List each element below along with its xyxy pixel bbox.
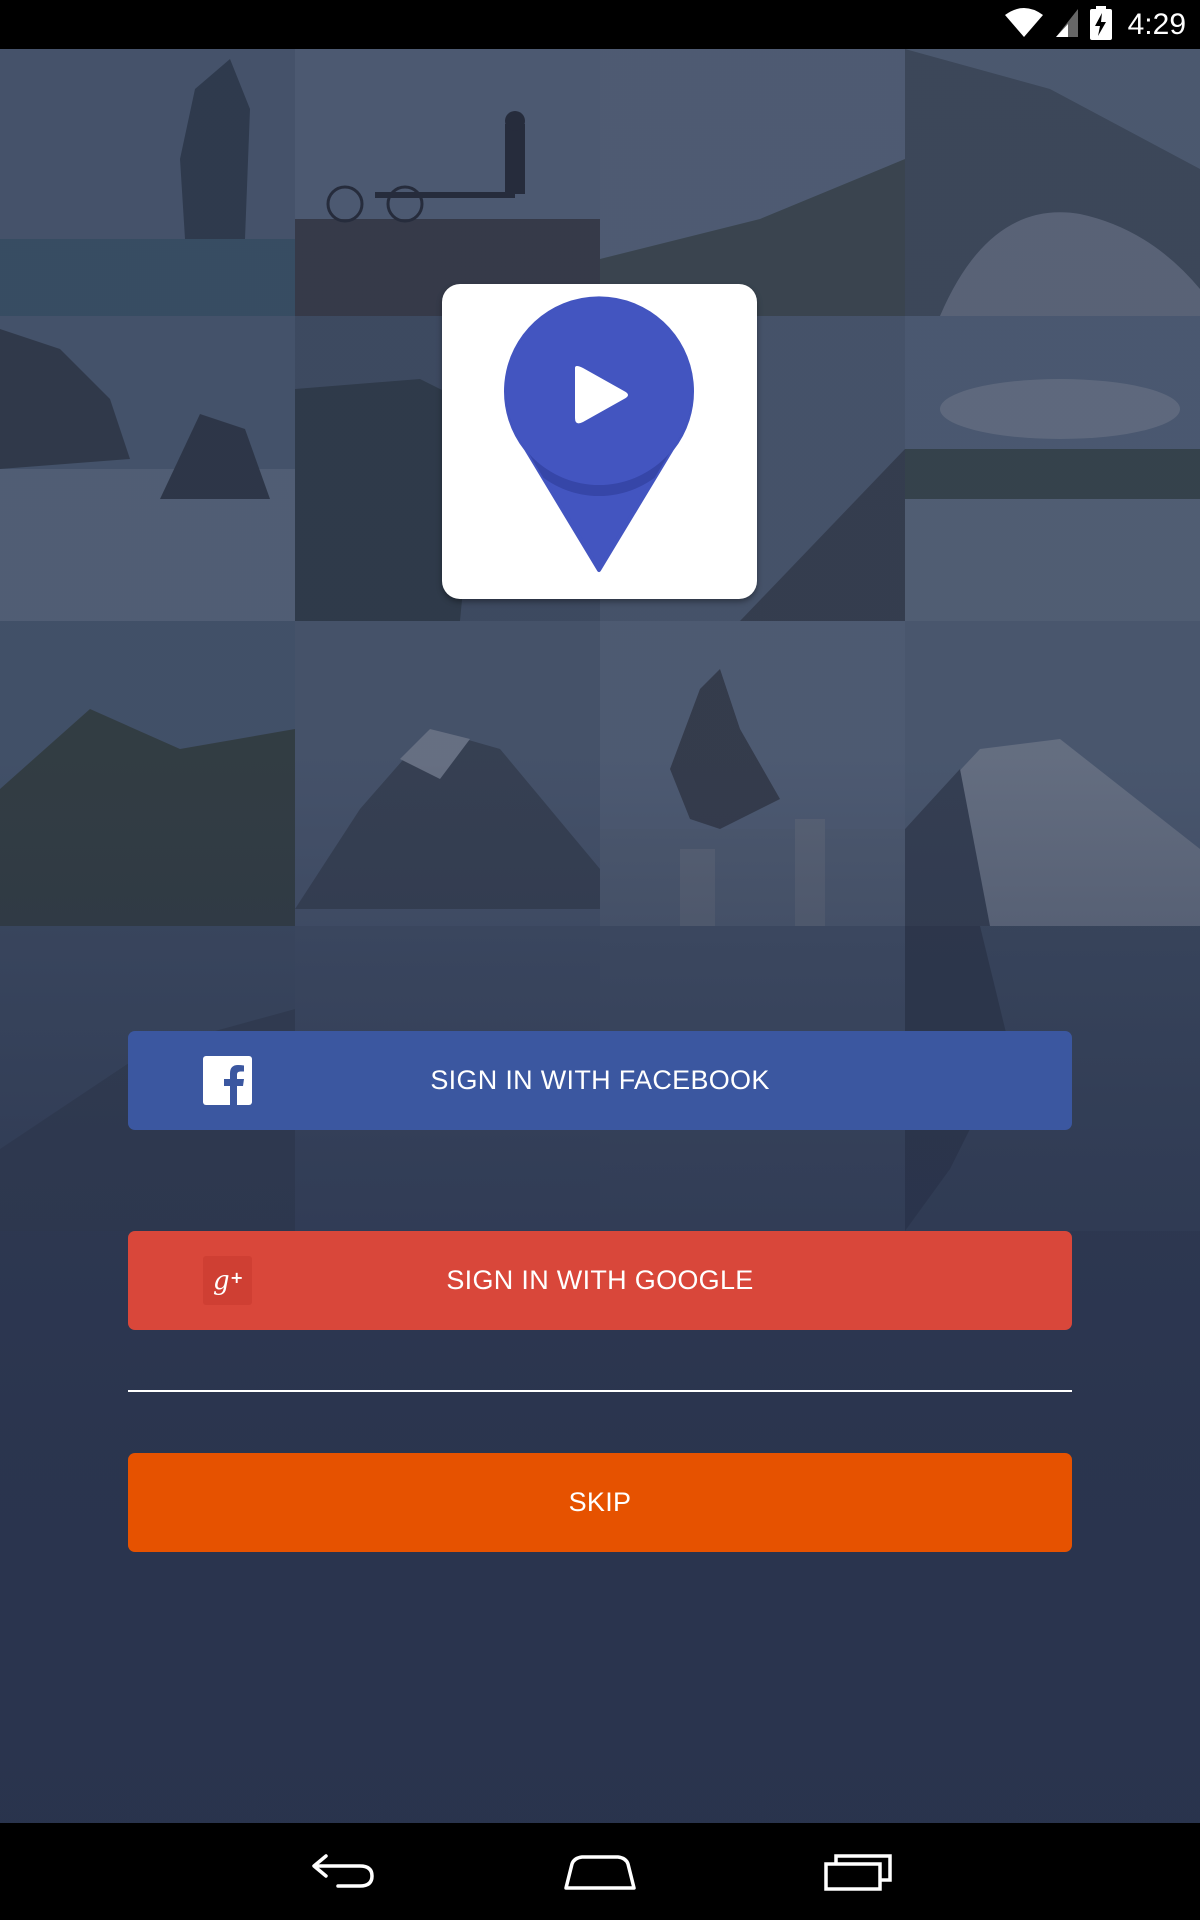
status-time: 4:29 bbox=[1127, 7, 1186, 41]
divider bbox=[128, 1390, 1072, 1392]
sign-in-google-button[interactable]: g + SIGN IN WITH GOOGLE bbox=[128, 1231, 1072, 1330]
home-icon[interactable] bbox=[550, 1837, 650, 1907]
status-icons: 4:29 bbox=[1004, 0, 1186, 49]
recents-icon[interactable] bbox=[808, 1837, 908, 1907]
svg-text:+: + bbox=[230, 1268, 244, 1287]
google-plus-icon: g + bbox=[203, 1256, 252, 1305]
wifi-icon bbox=[1004, 7, 1044, 43]
screen: 4:29 SIGN IN WITH FACEBOOK g + SIGN IN W… bbox=[0, 0, 1200, 1920]
facebook-icon bbox=[203, 1056, 252, 1105]
cellular-signal-icon bbox=[1054, 7, 1080, 43]
sign-in-facebook-label: SIGN IN WITH FACEBOOK bbox=[430, 1065, 770, 1095]
sign-in-google-label: SIGN IN WITH GOOGLE bbox=[446, 1265, 754, 1295]
sign-in-facebook-button[interactable]: SIGN IN WITH FACEBOOK bbox=[128, 1031, 1072, 1130]
navigation-bar bbox=[0, 1823, 1200, 1920]
status-bar: 4:29 bbox=[0, 0, 1200, 49]
battery-charging-icon bbox=[1089, 5, 1112, 44]
back-icon[interactable] bbox=[293, 1837, 393, 1907]
svg-text:g: g bbox=[213, 1266, 230, 1296]
skip-label: SKIP bbox=[568, 1487, 632, 1517]
app-logo bbox=[442, 284, 757, 599]
skip-button[interactable]: SKIP bbox=[128, 1453, 1072, 1552]
location-pin-play-icon bbox=[504, 296, 694, 572]
